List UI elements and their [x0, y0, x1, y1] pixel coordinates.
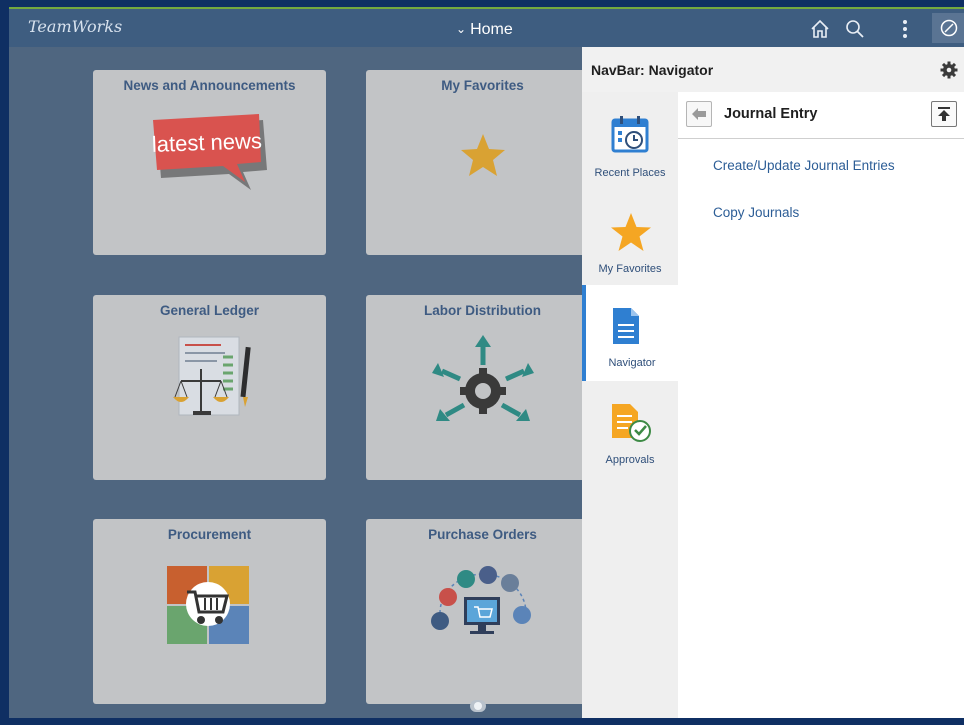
breadcrumb: Journal Entry [678, 92, 964, 139]
gear-arrows-icon [432, 335, 534, 421]
breadcrumb-current: Journal Entry [724, 106, 818, 122]
go-to-top-button[interactable] [931, 101, 957, 127]
navbar-title: NavBar: Navigator [591, 62, 714, 78]
window-frame-bottom [0, 718, 964, 725]
tile-title: My Favorites [441, 78, 524, 93]
arrow-to-top-icon [938, 107, 950, 121]
tile-my-favorites[interactable]: My Favorites [366, 70, 599, 255]
top-banner: TeamWorks ⌄ Home [9, 9, 964, 47]
back-button[interactable] [686, 101, 712, 127]
navigator-content: Journal Entry Create/Update Journal Entr… [678, 92, 964, 718]
brand-logo[interactable]: TeamWorks [28, 17, 122, 36]
star-icon [461, 134, 505, 176]
navbar-item-navigator[interactable]: Navigator [582, 285, 678, 381]
link-create-update-journal-entries[interactable]: Create/Update Journal Entries [713, 158, 895, 173]
latest-news-icon: latest news [151, 114, 267, 190]
kebab-menu-icon[interactable] [894, 18, 916, 40]
navbar-button[interactable] [932, 13, 964, 43]
tile-labor-distribution[interactable]: Labor Distribution [366, 295, 599, 480]
tile-title: Labor Distribution [424, 303, 541, 318]
navbar-item-label: Recent Places [594, 167, 666, 179]
tile-procurement[interactable]: Procurement [93, 519, 326, 704]
navbar-sidebar: Recent Places My Favorites Navigator App… [582, 92, 678, 718]
page-indicator-dot[interactable] [470, 700, 486, 712]
chevron-down-icon: ⌄ [456, 22, 467, 36]
tile-general-ledger[interactable]: General Ledger [93, 295, 326, 480]
home-dropdown[interactable]: ⌄ Home [456, 21, 513, 39]
navbar-item-approvals[interactable]: Approvals [582, 382, 678, 478]
tile-purchase-orders[interactable]: Purchase Orders [366, 519, 599, 704]
tile-title: Procurement [167, 527, 252, 542]
navbar-item-label: Approvals [605, 454, 655, 466]
window-frame-left [0, 0, 9, 725]
tile-news-and-announcements[interactable]: News and Announcements latest news [93, 70, 326, 255]
tile-title: News and Announcements [123, 78, 296, 93]
tile-title: General Ledger [159, 303, 260, 318]
star-icon [611, 213, 651, 251]
navbar-item-recent-places[interactable]: Recent Places [582, 92, 678, 188]
home-icon[interactable] [809, 18, 831, 40]
calendar-clock-icon [611, 116, 649, 153]
shopping-cart-icon [167, 566, 249, 644]
home-label: Home [470, 21, 513, 38]
document-icon [613, 308, 639, 344]
tile-title: Purchase Orders [428, 527, 537, 542]
gear-icon[interactable] [940, 61, 958, 79]
back-arrow-icon [692, 108, 706, 120]
navbar-item-label: Navigator [608, 357, 656, 369]
purchase-cycle-icon [431, 566, 531, 634]
ledger-scale-icon [173, 336, 251, 416]
approvals-icon [612, 404, 651, 442]
compass-icon [940, 19, 958, 37]
navbar-item-my-favorites[interactable]: My Favorites [582, 188, 678, 284]
search-icon[interactable] [844, 18, 866, 40]
link-copy-journals[interactable]: Copy Journals [713, 205, 799, 220]
navbar-header: NavBar: Navigator [582, 47, 964, 93]
navbar-item-label: My Favorites [598, 263, 662, 275]
homepage-grid: News and Announcements latest news My Fa… [9, 47, 599, 718]
navbar-panel: NavBar: Navigator Recent Places My Favor… [582, 47, 964, 718]
latest-news-text: latest news [151, 128, 262, 157]
